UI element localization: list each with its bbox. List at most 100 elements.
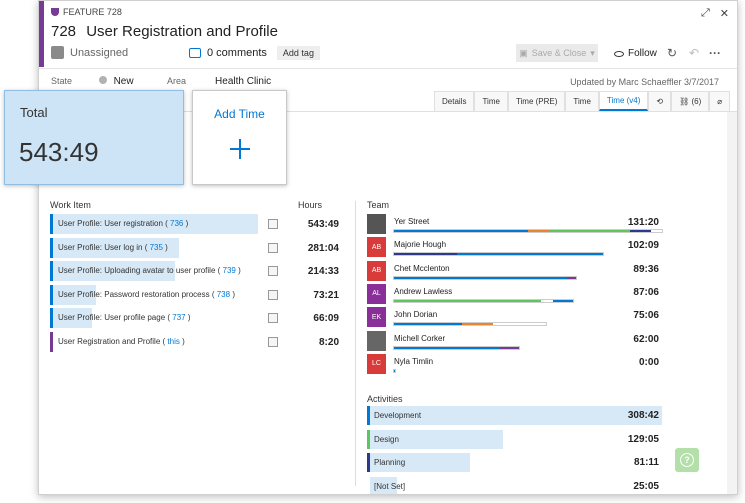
work-item-row[interactable]: User Profile: Password restoration proce… xyxy=(50,284,342,305)
avatar: EK xyxy=(367,307,386,328)
activity-label: [Not Set] xyxy=(374,481,406,491)
team-member-row[interactable]: Michell Corker 62:00 xyxy=(367,330,662,351)
open-item-icon[interactable] xyxy=(268,242,278,253)
activity-hours: 129:05 xyxy=(627,433,659,445)
help-button[interactable]: ? xyxy=(675,448,699,472)
open-item-icon[interactable] xyxy=(268,336,278,347)
activity-segment xyxy=(462,323,493,326)
team-member-row[interactable]: Yer Street 131:20 xyxy=(367,214,663,234)
activity-row[interactable]: [Not Set] 25:05 xyxy=(367,476,662,494)
work-item-link[interactable]: 739 xyxy=(223,266,236,275)
eye-icon xyxy=(614,50,624,57)
team-member-name: Chet Mcclenton xyxy=(394,263,450,273)
activity-segment xyxy=(394,346,501,349)
hours-progress-bar xyxy=(393,345,520,350)
activity-label: Design xyxy=(374,434,399,444)
work-item-row[interactable]: User Registration and Profile ( this ) 8:… xyxy=(50,331,342,352)
work-item-row[interactable]: User Profile: User log in ( 735 ) 281:04 xyxy=(50,237,342,258)
activity-segment xyxy=(394,323,463,326)
work-item-link[interactable]: 735 xyxy=(150,243,163,252)
tab-time[interactable]: Time xyxy=(474,91,508,111)
chevron-down-icon[interactable]: ▾ xyxy=(590,48,595,59)
open-item-icon[interactable] xyxy=(268,266,278,276)
work-item-id: 728 xyxy=(51,23,77,40)
save-close-button[interactable]: ▣ Save & Close ▾ xyxy=(516,44,598,62)
tab-history[interactable]: ⟲ xyxy=(648,91,672,111)
activity-segment xyxy=(394,230,528,232)
tab-time-2[interactable]: Time xyxy=(565,91,599,111)
save-close-label: Save & Close xyxy=(531,48,587,58)
follow-button[interactable]: Follow xyxy=(614,48,657,59)
hours-progress-bar xyxy=(393,298,574,303)
team-member-name: Nyla Timlin xyxy=(394,356,434,366)
team-member-row[interactable]: AL Andrew Lawless 87:06 xyxy=(367,283,662,304)
activity-segment xyxy=(528,230,550,232)
tab-time-v4[interactable]: Time (v4) xyxy=(598,91,649,111)
work-item-row[interactable]: User Profile: User profile page ( 737 ) 6… xyxy=(50,308,342,328)
tab-details[interactable]: Details xyxy=(434,91,475,111)
work-item-hours: 214:33 xyxy=(307,266,339,277)
hours-progress-bar xyxy=(393,322,547,327)
hours-progress-bar xyxy=(393,229,663,233)
work-item-name: User Profile: Password restoration proce… xyxy=(58,289,210,299)
work-item-title: User Registration and Profile ( this ) xyxy=(58,337,185,346)
page-title[interactable]: 728 User Registration and Profile xyxy=(51,23,278,40)
state-value[interactable]: New xyxy=(114,76,134,87)
work-item-name: User Profile: User profile page xyxy=(58,313,166,322)
tab-links[interactable]: ⛓ (6) xyxy=(671,91,710,111)
area-field[interactable]: Area Health Clinic xyxy=(167,76,271,87)
undo-icon[interactable]: ↶ xyxy=(689,46,699,60)
work-item-row[interactable]: User Profile: User registration ( 736 ) 5… xyxy=(50,214,342,234)
work-item-link[interactable]: this xyxy=(167,337,179,346)
links-count: (6) xyxy=(691,97,702,106)
tab-time-pre[interactable]: Time (PRE) xyxy=(507,91,566,111)
scrollbar[interactable] xyxy=(727,112,737,494)
assigned-to[interactable]: Unassigned xyxy=(51,46,128,59)
add-tag-button[interactable]: Add tag xyxy=(276,46,320,60)
team-member-row[interactable]: LC Nyla Timlin 0:00 xyxy=(367,353,662,374)
work-item-name: User Registration and Profile xyxy=(58,336,161,346)
team-member-name: John Dorian xyxy=(394,310,438,320)
work-item-hours: 8:20 xyxy=(318,336,339,348)
plus-icon xyxy=(230,139,250,159)
paren-open: ( xyxy=(142,242,150,252)
work-item-color-tick xyxy=(50,331,53,352)
work-item-link[interactable]: 736 xyxy=(170,219,183,228)
team-member-hours: 0:00 xyxy=(638,356,659,368)
work-item-row[interactable]: User Profile: Uploading avatar to user p… xyxy=(50,261,342,281)
activity-row[interactable]: Design 129:05 xyxy=(367,429,662,449)
paren-open: ( xyxy=(215,266,223,275)
team-member-row[interactable]: AB Majorie Hough 102:09 xyxy=(367,237,662,258)
team-member-row[interactable]: AB Chet Mcclenton 89:36 xyxy=(367,260,662,281)
comments-link[interactable]: 0 comments xyxy=(207,47,267,59)
team-member-row[interactable]: EK John Dorian 75:06 xyxy=(367,307,662,328)
area-value[interactable]: Health Clinic xyxy=(215,76,271,87)
activity-row[interactable]: Planning 81:11 xyxy=(367,453,662,472)
work-item-link[interactable]: 738 xyxy=(217,290,230,299)
open-item-icon[interactable] xyxy=(268,219,278,229)
paren-close: ) xyxy=(235,266,241,275)
work-item-name: User Profile: User registration xyxy=(58,219,163,228)
team-member-name: Majorie Hough xyxy=(394,240,447,250)
tab-attachments[interactable]: ⌀ xyxy=(709,91,731,111)
activity-segment xyxy=(394,276,567,279)
total-value: 543:49 xyxy=(19,137,99,167)
close-icon[interactable]: ✕ xyxy=(720,7,729,20)
work-item-title: User Profile: User registration ( 736 ) xyxy=(58,219,188,228)
updated-by[interactable]: Updated by Marc Schaeffler 3/7/2017 xyxy=(570,77,719,87)
open-item-icon[interactable] xyxy=(268,289,278,300)
add-time-button[interactable]: Add Time xyxy=(192,90,287,185)
team-member-hours: 102:09 xyxy=(627,240,659,252)
open-item-icon[interactable] xyxy=(268,313,278,323)
refresh-icon[interactable]: ↻ xyxy=(667,46,677,60)
more-actions-icon[interactable]: ··· xyxy=(709,46,721,60)
state-field[interactable]: State New xyxy=(51,76,134,87)
window-controls: ⤢ ✕ xyxy=(701,7,729,20)
maximize-icon[interactable]: ⤢ xyxy=(701,7,710,20)
work-item-color-tick xyxy=(50,308,53,328)
work-item-link[interactable]: 737 xyxy=(172,313,185,322)
hours-progress-bar xyxy=(393,368,396,373)
activity-row[interactable]: Development 308:42 xyxy=(367,406,662,425)
work-item-title[interactable]: User Registration and Profile xyxy=(86,23,278,40)
paren-open: ( xyxy=(162,219,171,228)
